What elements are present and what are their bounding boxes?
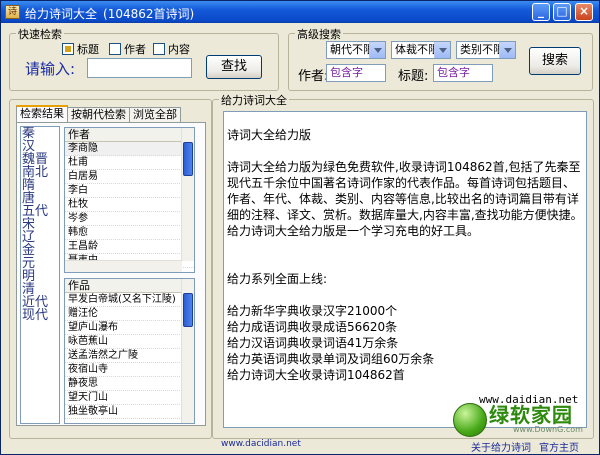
title-field-label: 标题:	[398, 69, 429, 84]
table-row[interactable]: 王昌龄	[65, 240, 194, 254]
author-list-scrollbar[interactable]	[181, 128, 194, 261]
title-bar[interactable]: 诗 给力诗词大全 (104862首诗词) _ □ ×	[1, 1, 599, 23]
series-item: 给力汉语词典收录词语41万余条	[227, 336, 399, 350]
option-title[interactable]: 标题	[62, 41, 99, 57]
watermark-sub: www.DownG.com	[513, 425, 583, 434]
window-title: 给力诗词大全 (104862首诗词)	[25, 5, 194, 22]
watermark-logo: 绿软家园 www.DownG.com	[453, 399, 583, 443]
author-list[interactable]: 作者 李商隐 杜甫 白居易 李白 杜牧 岑参 韩愈 王昌龄 聂夷中	[64, 127, 195, 273]
watermark-text: 绿软家园	[489, 403, 573, 427]
option-author-label: 作者	[124, 43, 146, 56]
author-field-label: 作者:	[298, 69, 329, 84]
series-item: 给力新华字典收录汉字21000个	[227, 304, 398, 318]
option-content[interactable]: 内容	[153, 41, 190, 57]
maximize-icon: □	[556, 4, 568, 18]
minimize-icon: _	[538, 4, 544, 18]
table-row[interactable]: 岑参	[65, 212, 194, 226]
app-icon: 诗	[5, 5, 20, 19]
chevron-down-icon[interactable]	[434, 42, 450, 58]
list-item[interactable]: 现代	[21, 309, 59, 322]
table-row[interactable]: 送孟浩然之广陵	[65, 349, 194, 363]
tab-browse-all[interactable]: 浏览全部	[129, 107, 181, 123]
author-field[interactable]: 包含字	[326, 64, 386, 82]
tab-search-results[interactable]: 检索结果	[16, 105, 68, 123]
dynasty-list[interactable]: 秦 汉 魏晋 南北 隋 唐 五代 宋 辽 金 元 明 清 近代 现代	[20, 126, 60, 424]
series-title: 给力系列全面上线:	[227, 272, 328, 286]
works-list-scroll-thumb[interactable]	[183, 293, 193, 327]
table-row[interactable]: 静夜思	[65, 377, 194, 391]
series-item: 给力成语词典收录成语56620条	[227, 320, 398, 334]
checkbox-content[interactable]	[153, 43, 165, 55]
table-row[interactable]: 赠汪伦	[65, 307, 194, 321]
table-row[interactable]: 杜甫	[65, 156, 194, 170]
works-list[interactable]: 作品 早发白帝城(又名下江陵) 赠汪伦 望庐山瀑布 咏芭蕉山 送孟浩然之广陵 夜…	[64, 278, 195, 424]
table-row[interactable]: 杜牧	[65, 198, 194, 212]
table-row[interactable]: 独坐敬亭山	[65, 405, 194, 419]
table-row[interactable]: 李白	[65, 184, 194, 198]
table-row[interactable]: 望天门山	[65, 391, 194, 405]
table-row[interactable]: 韩愈	[65, 226, 194, 240]
table-row[interactable]: 咏芭蕉山	[65, 335, 194, 349]
close-icon: ×	[578, 4, 590, 18]
advanced-search-button[interactable]: 搜索	[529, 47, 581, 75]
quick-search-input-label: 请输入:	[25, 60, 76, 78]
content-paragraph: 诗词大全给力版为绿色免费软件,收录诗词104862首,包括了先秦至现代五千余位中…	[227, 160, 583, 238]
works-list-scrollbar[interactable]	[181, 279, 194, 423]
advanced-search-label: 高级搜索	[295, 26, 343, 42]
series-item: 给力英语词典收录单词及词组60万余条	[227, 352, 435, 366]
tab-by-dynasty[interactable]: 按朝代检索	[67, 107, 130, 123]
table-row[interactable]: 早发白帝城(又名下江陵)	[65, 293, 194, 307]
footer-about-link[interactable]: 关于给力诗词	[471, 439, 531, 454]
works-list-header[interactable]: 作品	[65, 279, 194, 293]
footer-official-link[interactable]: 官方主页	[539, 439, 579, 454]
title-field[interactable]: 包含字	[433, 64, 493, 82]
chevron-down-icon[interactable]	[369, 42, 385, 58]
checkbox-author[interactable]	[109, 43, 121, 55]
dynasty-dropdown[interactable]: 朝代不限	[326, 41, 386, 59]
dynasty-dropdown-value: 朝代不限	[330, 43, 374, 56]
quick-search-input[interactable]	[87, 58, 192, 78]
table-row[interactable]: 夜宿山寺	[65, 363, 194, 377]
window-title-text: 给力诗词大全	[25, 7, 98, 21]
quick-search-label: 快速检索	[16, 26, 64, 42]
category-dropdown[interactable]: 类别不限	[456, 41, 516, 59]
quick-search-button[interactable]: 查找	[206, 55, 262, 79]
content-group-label: 给力诗词大全	[219, 92, 289, 108]
category-dropdown-value: 类别不限	[460, 43, 504, 56]
leaf-icon	[453, 403, 487, 437]
genre-dropdown-value: 体裁不限	[395, 43, 439, 56]
option-content-label: 内容	[168, 43, 190, 56]
table-row[interactable]: 李商隐	[65, 142, 194, 156]
minimize-button[interactable]: _	[532, 3, 550, 21]
footer-site-link[interactable]: www.dacidian.net	[221, 439, 301, 449]
tab-bar: 检索结果 按朝代检索 浏览全部	[16, 105, 181, 123]
window-title-count: (104862首诗词)	[103, 7, 195, 21]
maximize-button[interactable]: □	[553, 3, 571, 21]
option-title-label: 标题	[77, 43, 99, 56]
close-button[interactable]: ×	[575, 3, 593, 21]
author-list-hscrollbar[interactable]	[65, 260, 182, 272]
author-list-header[interactable]: 作者	[65, 128, 194, 142]
option-author[interactable]: 作者	[109, 41, 146, 57]
content-heading: 诗词大全给力版	[227, 128, 312, 142]
app-window: 诗 给力诗词大全 (104862首诗词) _ □ × 快速检索 标题 作者 内容 …	[0, 0, 600, 455]
checkbox-title[interactable]	[62, 43, 74, 55]
table-row[interactable]: 望庐山瀑布	[65, 321, 194, 335]
series-item: 给力诗词大全收录诗词104862首	[227, 368, 405, 382]
chevron-down-icon[interactable]	[499, 42, 515, 58]
author-list-scroll-thumb[interactable]	[183, 142, 193, 176]
poem-content[interactable]: 诗词大全给力版 诗词大全给力版为绿色免费软件,收录诗词104862首,包括了先秦…	[223, 111, 587, 428]
genre-dropdown[interactable]: 体裁不限	[391, 41, 451, 59]
table-row[interactable]: 白居易	[65, 170, 194, 184]
